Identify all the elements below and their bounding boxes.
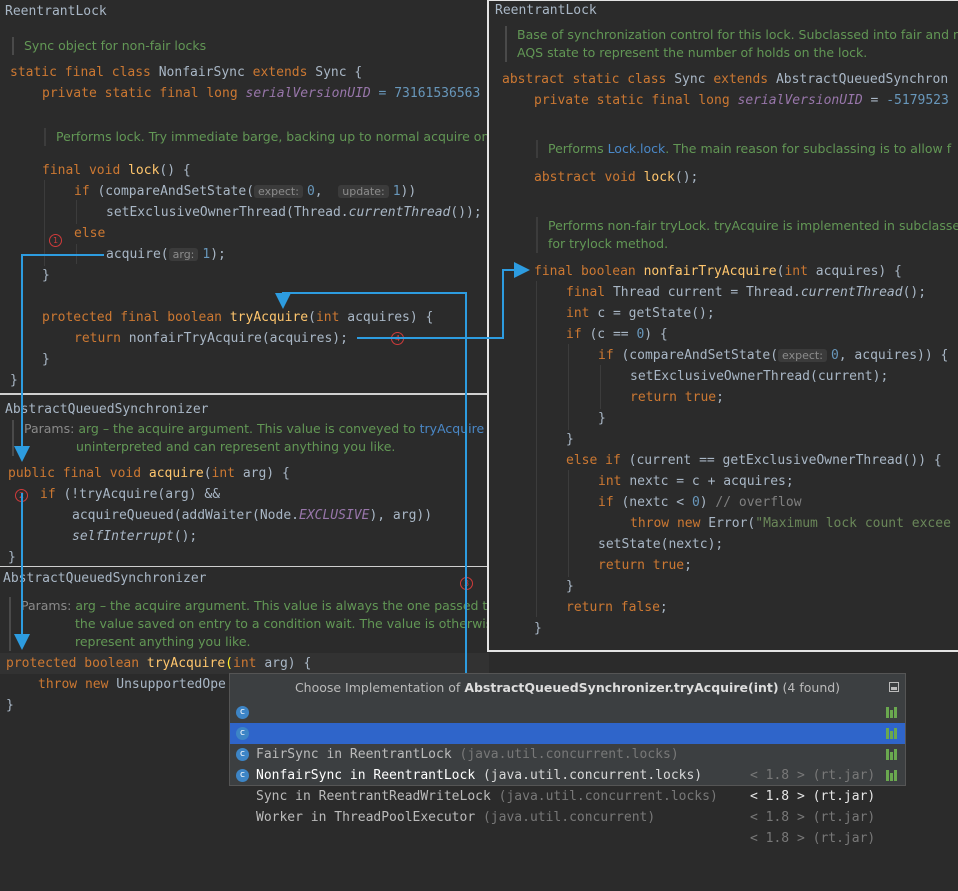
pin-icon[interactable] bbox=[889, 682, 899, 692]
library-version: < 1.8 > (rt.jar) bbox=[750, 831, 876, 846]
class-icon: c bbox=[236, 706, 249, 719]
class-name: Worker in ThreadPoolExecutor bbox=[256, 810, 476, 825]
choose-implementation-popup[interactable]: Choose Implementation of AbstractQueuedS… bbox=[229, 673, 906, 846]
arrow-acquire-to-aqs bbox=[14, 254, 104, 462]
header-method: AbstractQueuedSynchronizer.tryAcquire(in… bbox=[464, 680, 779, 695]
jar-icon bbox=[886, 728, 898, 739]
class-icon: c bbox=[236, 769, 249, 782]
header-count: (4 found) bbox=[778, 680, 841, 695]
implementation-name: Sync in ReentrantReadWriteLock (java.uti… bbox=[256, 786, 718, 807]
jar-icon bbox=[886, 707, 898, 718]
class-icon: c bbox=[236, 727, 249, 740]
package: (java.util.concurrent) bbox=[482, 810, 656, 825]
implementation-item[interactable]: c Sync in ReentrantReadWriteLock (java.u… bbox=[230, 744, 905, 825]
popup-header: Choose Implementation of AbstractQueuedS… bbox=[230, 674, 905, 702]
jar-icon bbox=[886, 749, 898, 760]
header-prefix: Choose Implementation of bbox=[294, 680, 465, 695]
library-version: < 1.8 > (rt.jar) bbox=[750, 810, 876, 825]
implementation-item[interactable]: c FairSync in ReentrantLock (java.util.c… bbox=[230, 702, 905, 783]
implementation-item-selected[interactable]: c NonfairSync in ReentrantLock (java.uti… bbox=[230, 723, 905, 804]
jar-icon bbox=[886, 770, 898, 781]
library-version: < 1.8 > (rt.jar) bbox=[750, 789, 876, 804]
package: (java.util.concurrent.locks) bbox=[498, 789, 718, 804]
implementation-item[interactable]: c Worker in ThreadPoolExecutor (java.uti… bbox=[230, 765, 905, 846]
arrow-try-acquire-up bbox=[275, 292, 467, 683]
arrow-return-to-nonfair bbox=[357, 262, 530, 339]
class-icon: c bbox=[236, 748, 249, 761]
implementation-name: Worker in ThreadPoolExecutor (java.util.… bbox=[256, 807, 655, 828]
class-name: Sync in ReentrantReadWriteLock bbox=[256, 789, 491, 804]
call-flow-arrows bbox=[14, 254, 530, 683]
